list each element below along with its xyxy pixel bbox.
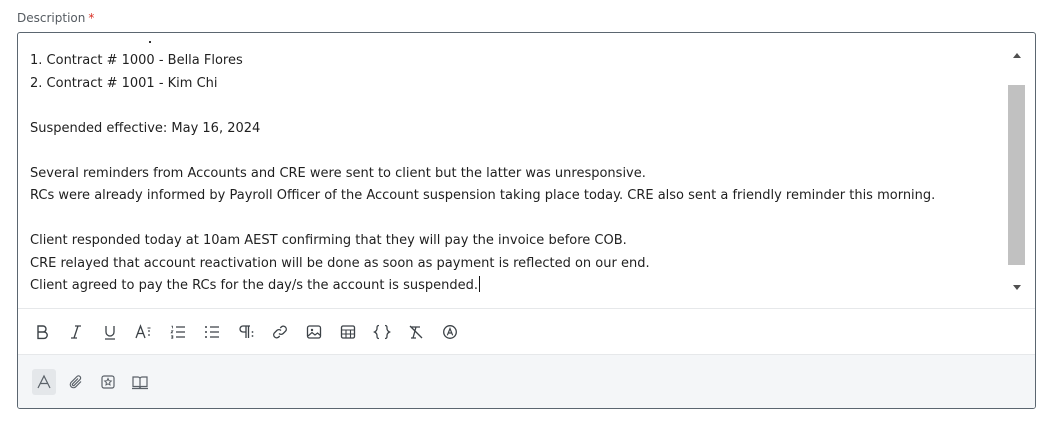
editor-line-last: Client agreed to pay the RCs for the day… xyxy=(30,275,1000,298)
italic-icon[interactable] xyxy=(66,323,86,341)
editor-line: Client responded today at 10am AEST conf… xyxy=(30,233,627,248)
table-icon[interactable] xyxy=(338,323,358,341)
formatting-toolbar xyxy=(18,308,1035,354)
text-size-icon[interactable] xyxy=(134,323,154,341)
snippet-icon[interactable] xyxy=(96,369,120,395)
editor-line: CRE relayed that account reactivation wi… xyxy=(30,255,650,271)
description-label-text: Description xyxy=(17,11,86,25)
editor-line: 1. Contract # 1000 - Bella Flores xyxy=(30,53,243,68)
stray-dot xyxy=(149,41,151,43)
attachment-icon[interactable] xyxy=(64,369,88,395)
required-asterisk: * xyxy=(88,11,95,25)
paragraph-icon[interactable] xyxy=(236,323,256,341)
numbered-list-icon[interactable] xyxy=(168,323,188,341)
ai-assist-icon[interactable] xyxy=(440,323,460,341)
editor-text[interactable]: 1. Contract # 1000 - Bella Flores 2. Con… xyxy=(30,50,1000,298)
scroll-down-arrow[interactable] xyxy=(1008,279,1025,296)
editor-line-text: Client agreed to pay the RCs for the day… xyxy=(30,278,478,293)
image-icon[interactable] xyxy=(304,323,324,341)
editor-footer xyxy=(18,354,1035,408)
link-icon[interactable] xyxy=(270,323,290,341)
editor-line: 2. Contract # 1001 - Kim Chi xyxy=(30,75,218,91)
description-label: Description * xyxy=(17,11,94,25)
code-icon[interactable] xyxy=(372,323,392,341)
scroll-up-arrow[interactable] xyxy=(1008,47,1025,64)
text-mode-icon[interactable] xyxy=(32,369,56,395)
vertical-scrollbar[interactable] xyxy=(1008,47,1025,296)
underline-icon[interactable] xyxy=(100,323,120,341)
clear-format-icon[interactable] xyxy=(406,323,426,341)
knowledge-book-icon[interactable] xyxy=(128,369,152,395)
editor-line: Suspended effective: May 16, 2024 xyxy=(30,120,261,136)
editor-line: Several reminders from Accounts and CRE … xyxy=(30,165,646,181)
text-caret xyxy=(478,276,480,292)
editor-content-area[interactable]: 1. Contract # 1000 - Bella Flores 2. Con… xyxy=(18,33,1035,308)
description-editor[interactable]: 1. Contract # 1000 - Bella Flores 2. Con… xyxy=(17,32,1036,409)
bulleted-list-icon[interactable] xyxy=(202,323,222,341)
scroll-thumb[interactable] xyxy=(1008,85,1025,265)
editor-line: RCs were already informed by Payroll Off… xyxy=(30,188,936,203)
bold-icon[interactable] xyxy=(32,323,52,341)
